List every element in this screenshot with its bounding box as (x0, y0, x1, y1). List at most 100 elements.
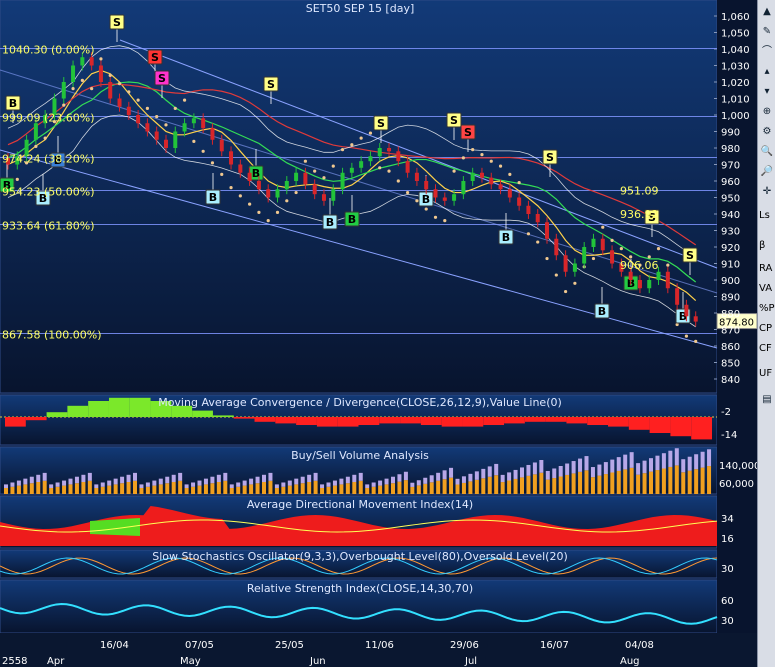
signal-letter: B (348, 213, 356, 226)
drawing-tool-icon[interactable]: ⌒ (759, 44, 775, 60)
volume-bar-sell (707, 449, 712, 467)
volume-bar-buy (558, 476, 563, 494)
sar-dot (684, 334, 689, 338)
volume-bar-sell (358, 472, 363, 481)
volume-bar-buy (210, 483, 215, 494)
macd-hist-bar (670, 417, 692, 437)
candle-body (489, 177, 494, 185)
volume-bar-buy (681, 472, 686, 494)
candle-body (80, 57, 85, 66)
zoom-out-icon[interactable]: 🔎 (759, 164, 775, 180)
sar-dot (452, 169, 456, 173)
volume-bar-buy (29, 483, 34, 494)
macd-tick: -14 (721, 430, 737, 441)
volume-bar-sell (578, 458, 583, 472)
candle-body (294, 172, 299, 181)
sar-dot (517, 181, 521, 185)
y-tick-label: 960 (721, 177, 740, 188)
volume-bar-sell (629, 452, 634, 468)
tool-cf[interactable]: CF (759, 343, 775, 354)
sar-dot (340, 148, 345, 152)
macd-hist-bar (337, 417, 359, 427)
sar-dot (498, 164, 503, 168)
sar-dot (433, 215, 438, 219)
tool-va[interactable]: VA (759, 283, 775, 294)
volume-bar-buy (100, 486, 105, 494)
tool-beta[interactable]: β (759, 240, 775, 251)
candle-body (405, 161, 410, 173)
crosshair-icon[interactable]: ✛ (759, 184, 775, 200)
y-tick-label: 1,020 (721, 78, 750, 89)
volume-bar-buy (500, 482, 505, 494)
arrow-down-icon[interactable]: ▾ (759, 84, 775, 100)
panel-0 (0, 0, 718, 394)
volume-bar-sell (558, 466, 563, 477)
pencil-icon[interactable]: ✎ (759, 24, 775, 40)
scroll-up-icon[interactable]: ▲ (759, 4, 775, 20)
candle-body (238, 164, 243, 173)
volume-bar-sell (197, 480, 202, 486)
volume-bar-sell (81, 474, 86, 482)
volume-bar-sell (513, 469, 518, 479)
volume-bar-buy (62, 485, 67, 494)
sar-dot (322, 176, 326, 180)
volume-bar-sell (371, 482, 376, 487)
tool-ls[interactable]: Ls (759, 210, 775, 221)
y-tick-label: 890 (721, 293, 740, 304)
volume-bar-buy (274, 488, 279, 494)
tool-percent-p[interactable]: %P (759, 303, 775, 314)
sar-dot (666, 263, 670, 267)
volume-bar-buy (590, 477, 595, 494)
settings-icon[interactable]: ⚙ (759, 124, 775, 140)
signal-letter: S (377, 117, 385, 130)
tool-ra[interactable]: RA (759, 263, 775, 274)
fib-label: 1040.30 (0.00%) (2, 44, 95, 57)
macd-hist-bar (400, 417, 421, 424)
volume-bar-buy (597, 475, 602, 494)
candle-body (126, 106, 131, 115)
volume-bar-buy (10, 486, 15, 494)
volume-bar-sell (603, 462, 608, 475)
volume-bar-buy (687, 470, 692, 494)
tool-uf[interactable]: UF (759, 368, 775, 379)
volume-bar-sell (145, 482, 150, 487)
macd-hist-bar (254, 417, 276, 422)
zoom-in-icon[interactable]: 🔍 (759, 144, 775, 160)
volume-bar-sell (184, 484, 189, 488)
arrow-up-icon[interactable]: ▴ (759, 64, 775, 80)
volume-bar-buy (16, 485, 21, 494)
volume-bar-sell (191, 482, 196, 487)
y-tick-label: 1,050 (721, 29, 750, 40)
volume-bar-sell (74, 476, 79, 484)
sar-dot (294, 190, 298, 195)
sar-dot (210, 161, 215, 165)
candle-body (321, 194, 326, 201)
x-axis-label: Apr (47, 656, 65, 667)
candle-body (442, 197, 447, 201)
volume-bar-sell (436, 472, 441, 481)
volume-bar-buy (203, 484, 208, 494)
volume-bar-sell (281, 482, 286, 487)
sar-dot (489, 159, 493, 163)
volume-bar-buy (94, 488, 99, 494)
volume-bar-buy (126, 482, 131, 494)
tool-cp[interactable]: CP (759, 323, 775, 334)
y-tick-label: 980 (721, 144, 740, 155)
volume-bar-sell (294, 478, 299, 485)
sheet-icon[interactable]: ▤ (759, 392, 775, 408)
sar-dot (182, 98, 187, 102)
rsi-tick: 30 (721, 616, 734, 627)
volume-bar-buy (552, 478, 557, 494)
y-tick-label: 860 (721, 342, 740, 353)
volume-bar-buy (423, 483, 428, 494)
signal-letter: B (502, 231, 510, 244)
macd-hist-bar (233, 417, 255, 419)
stock-chart[interactable]: SSSSSSSSSSBBBBBBBBBBBBB 1,0601,0501,0401… (0, 0, 757, 667)
volume-bar-sell (668, 450, 673, 467)
candle-body (359, 161, 364, 168)
zoom-icon[interactable]: ⊕ (759, 104, 775, 120)
candle-body (610, 250, 615, 264)
volume-bar-sell (655, 455, 660, 471)
volume-bar-sell (10, 482, 15, 487)
volume-bar-buy (636, 474, 641, 494)
